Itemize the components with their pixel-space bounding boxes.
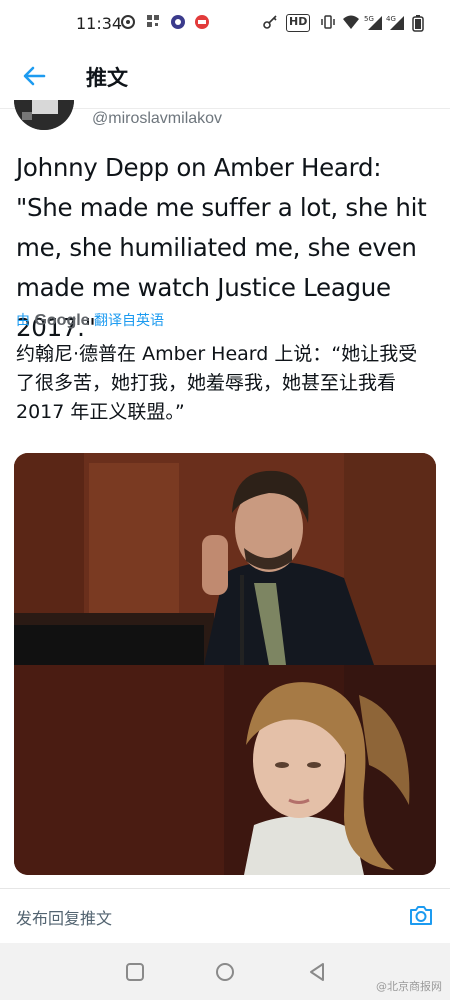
reply-bar: 发布回复推文 (0, 888, 450, 941)
avatar[interactable] (14, 100, 74, 130)
battery-icon (412, 14, 424, 32)
signal-4g-icon: 4G (386, 14, 406, 30)
camera-icon[interactable] (408, 903, 434, 927)
system-nav-bar: @北京商报网 (0, 943, 450, 1000)
watermark: @北京商报网 (376, 980, 442, 993)
translate-suffix: 翻译自英语 (94, 313, 165, 329)
translated-text: 约翰尼·德普在 Amber Heard 上说：“她让我受了很多苦，她打我，她羞辱… (16, 343, 418, 423)
home-icon[interactable] (214, 961, 236, 983)
key-icon (262, 14, 278, 30)
svg-text:4G: 4G (386, 15, 396, 23)
vibrate-icon (320, 14, 336, 30)
svg-text:5G: 5G (364, 15, 374, 23)
google-logo: Google (34, 312, 90, 329)
recents-icon[interactable] (124, 961, 146, 983)
weibo-icon (120, 14, 136, 30)
courtroom-photo-amber-heard (14, 665, 436, 875)
back-triangle-icon[interactable] (306, 961, 328, 983)
tweet-media[interactable] (14, 453, 436, 875)
signal-5g-icon: 5G (364, 14, 384, 30)
courtroom-photo-johnny-depp (14, 453, 436, 665)
page-title: 推文 (86, 66, 128, 90)
vpn-icon (170, 14, 186, 30)
status-time: 11:34 (76, 14, 123, 33)
translate-prefix: 由 (16, 313, 30, 329)
status-bar: 11:34 HD 5G 4G (0, 0, 450, 44)
author-handle[interactable]: @miroslavmilakov (92, 110, 222, 128)
hd-icon: HD (286, 14, 311, 32)
translated-by-google[interactable]: 由 Google 翻译自英语 (16, 310, 164, 330)
wifi-icon (342, 14, 360, 30)
back-arrow-icon[interactable] (20, 64, 48, 88)
qr-icon (146, 14, 160, 30)
app-icon (194, 14, 210, 30)
reply-input[interactable]: 发布回复推文 (16, 905, 112, 929)
